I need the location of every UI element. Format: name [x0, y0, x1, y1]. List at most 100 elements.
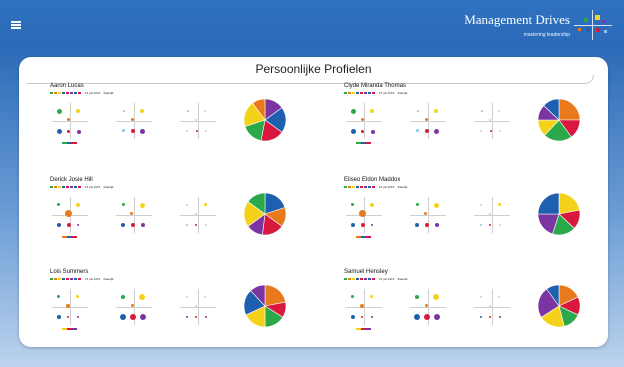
profile-type: Zakelijk [397, 277, 408, 281]
profile-date: 15 juli 2015 [379, 185, 395, 189]
profile-name: Clyde Miranda Thomas [344, 83, 406, 89]
profile-meta: 15 juli 2015 Zakelijk [50, 91, 117, 95]
quadrant-dot [76, 203, 80, 207]
profiles-panel: Persoonlijke Profielen Aaron Lucas 15 jul… [19, 57, 608, 347]
quadrant-dot [417, 110, 419, 112]
quadrant-dot [77, 316, 79, 318]
quadrant-dot [489, 213, 491, 215]
profile-card[interactable]: Clyde Miranda Thomas 15 juli 2015 Zakelijk [344, 83, 604, 171]
profile-type: Zakelijk [103, 91, 114, 95]
profile-name: Aaron Lucas [50, 83, 84, 89]
color-swatches-icon [50, 186, 82, 188]
profile-type: Zakelijk [103, 277, 114, 281]
quadrant-dot [205, 130, 207, 132]
profile-pie-chart [537, 192, 581, 236]
profile-card[interactable]: Aaron Lucas 15 juli 2015 Zakelijk [50, 83, 310, 171]
legend-line [72, 142, 77, 144]
quadrant-chart-2 [114, 195, 154, 235]
quadrant-dot [416, 129, 419, 132]
quadrant-dot [120, 314, 126, 320]
quadrant-dot [434, 109, 438, 113]
quadrant-chart-3 [178, 195, 218, 235]
profile-date: 15 juli 2015 [379, 277, 395, 281]
quadrant-chart-2 [408, 101, 448, 141]
quadrant-dot [66, 304, 70, 308]
quadrant-dot [416, 203, 419, 206]
quadrant-dot [360, 304, 364, 308]
quadrant-dot [361, 118, 364, 121]
quadrant-dot [434, 314, 440, 320]
quadrant-chart-2 [408, 195, 448, 235]
quadrant-dot [498, 110, 500, 112]
color-swatches-icon [344, 186, 376, 188]
profile-card[interactable]: Eliseo Eldon Maddox 15 juli 2015 Zakelijk [344, 177, 604, 265]
quadrant-dot [131, 129, 135, 133]
quadrant-dot [57, 315, 61, 319]
quadrant-dot [498, 296, 500, 298]
quadrant-dot [351, 129, 356, 134]
profile-name: Samuel Hensley [344, 269, 388, 275]
quadrant-dot [140, 129, 145, 134]
quadrant-dot [435, 223, 439, 227]
quadrant-dot [122, 129, 125, 132]
quadrant-dot [480, 130, 482, 132]
logo-mark-icon [574, 10, 612, 40]
quadrant-dot [490, 130, 492, 132]
quadrant-dot [57, 223, 61, 227]
quadrant-dot [57, 295, 60, 298]
legend-line [366, 328, 371, 330]
profile-pie-chart [243, 192, 287, 236]
profile-card[interactable]: Lois Summers 15 juli 2015 Zakelijk [50, 269, 310, 347]
quadrant-dot [131, 223, 135, 227]
quadrant-dot [195, 316, 197, 318]
quadrant-dot [480, 296, 482, 298]
quadrant-chart-1 [50, 195, 90, 235]
quadrant-dot [480, 316, 482, 318]
quadrant-dot [351, 315, 355, 319]
quadrant-dot [130, 212, 133, 215]
quadrant-dot [121, 223, 125, 227]
quadrant-dot [361, 316, 363, 318]
quadrant-dot [204, 110, 206, 112]
profile-meta: 15 juli 2015 Zakelijk [50, 185, 117, 189]
profile-pie-chart [537, 98, 581, 142]
quadrant-dot [370, 295, 373, 298]
quadrant-dot [76, 109, 80, 113]
profile-meta: 15 juli 2015 Zakelijk [344, 277, 411, 281]
color-swatches-icon [50, 278, 82, 280]
quadrant-dot [186, 224, 188, 226]
legend-line [72, 236, 77, 238]
quadrant-dot [196, 130, 198, 132]
profile-card[interactable]: Derick Josie Hill 15 juli 2015 Zakelijk [50, 177, 310, 265]
hamburger-menu-icon[interactable] [11, 21, 21, 29]
quadrant-dot [371, 130, 375, 134]
quadrant-dot [499, 224, 501, 226]
profile-name: Eliseo Eldon Maddox [344, 177, 401, 183]
quadrant-chart-3 [472, 101, 512, 141]
quadrant-dot [186, 316, 188, 318]
quadrant-dot [195, 119, 197, 121]
quadrant-dot [195, 213, 197, 215]
color-swatches-icon [344, 278, 376, 280]
legend-line [366, 142, 371, 144]
quadrant-dot [195, 305, 197, 307]
quadrant-dot [425, 223, 429, 227]
profile-meta: 15 juli 2015 Zakelijk [344, 91, 411, 95]
profile-card[interactable]: Samuel Hensley 15 juli 2015 Zakelijk [344, 269, 604, 347]
quadrant-dot [57, 129, 62, 134]
quadrant-chart-1 [344, 287, 384, 327]
quadrant-chart-3 [472, 287, 512, 327]
quadrant-dot [489, 224, 491, 226]
profile-pie-chart [243, 284, 287, 328]
quadrant-dot [121, 295, 125, 299]
quadrant-chart-1 [344, 101, 384, 141]
quadrant-dot [130, 314, 136, 320]
quadrant-dot [186, 296, 188, 298]
profile-meta: 15 juli 2015 Zakelijk [50, 277, 117, 281]
quadrant-dot [434, 129, 439, 134]
quadrant-dot [361, 223, 365, 227]
quadrant-dot [425, 304, 428, 307]
quadrant-dot [187, 110, 189, 112]
quadrant-dot [351, 295, 354, 298]
quadrant-chart-2 [114, 287, 154, 327]
